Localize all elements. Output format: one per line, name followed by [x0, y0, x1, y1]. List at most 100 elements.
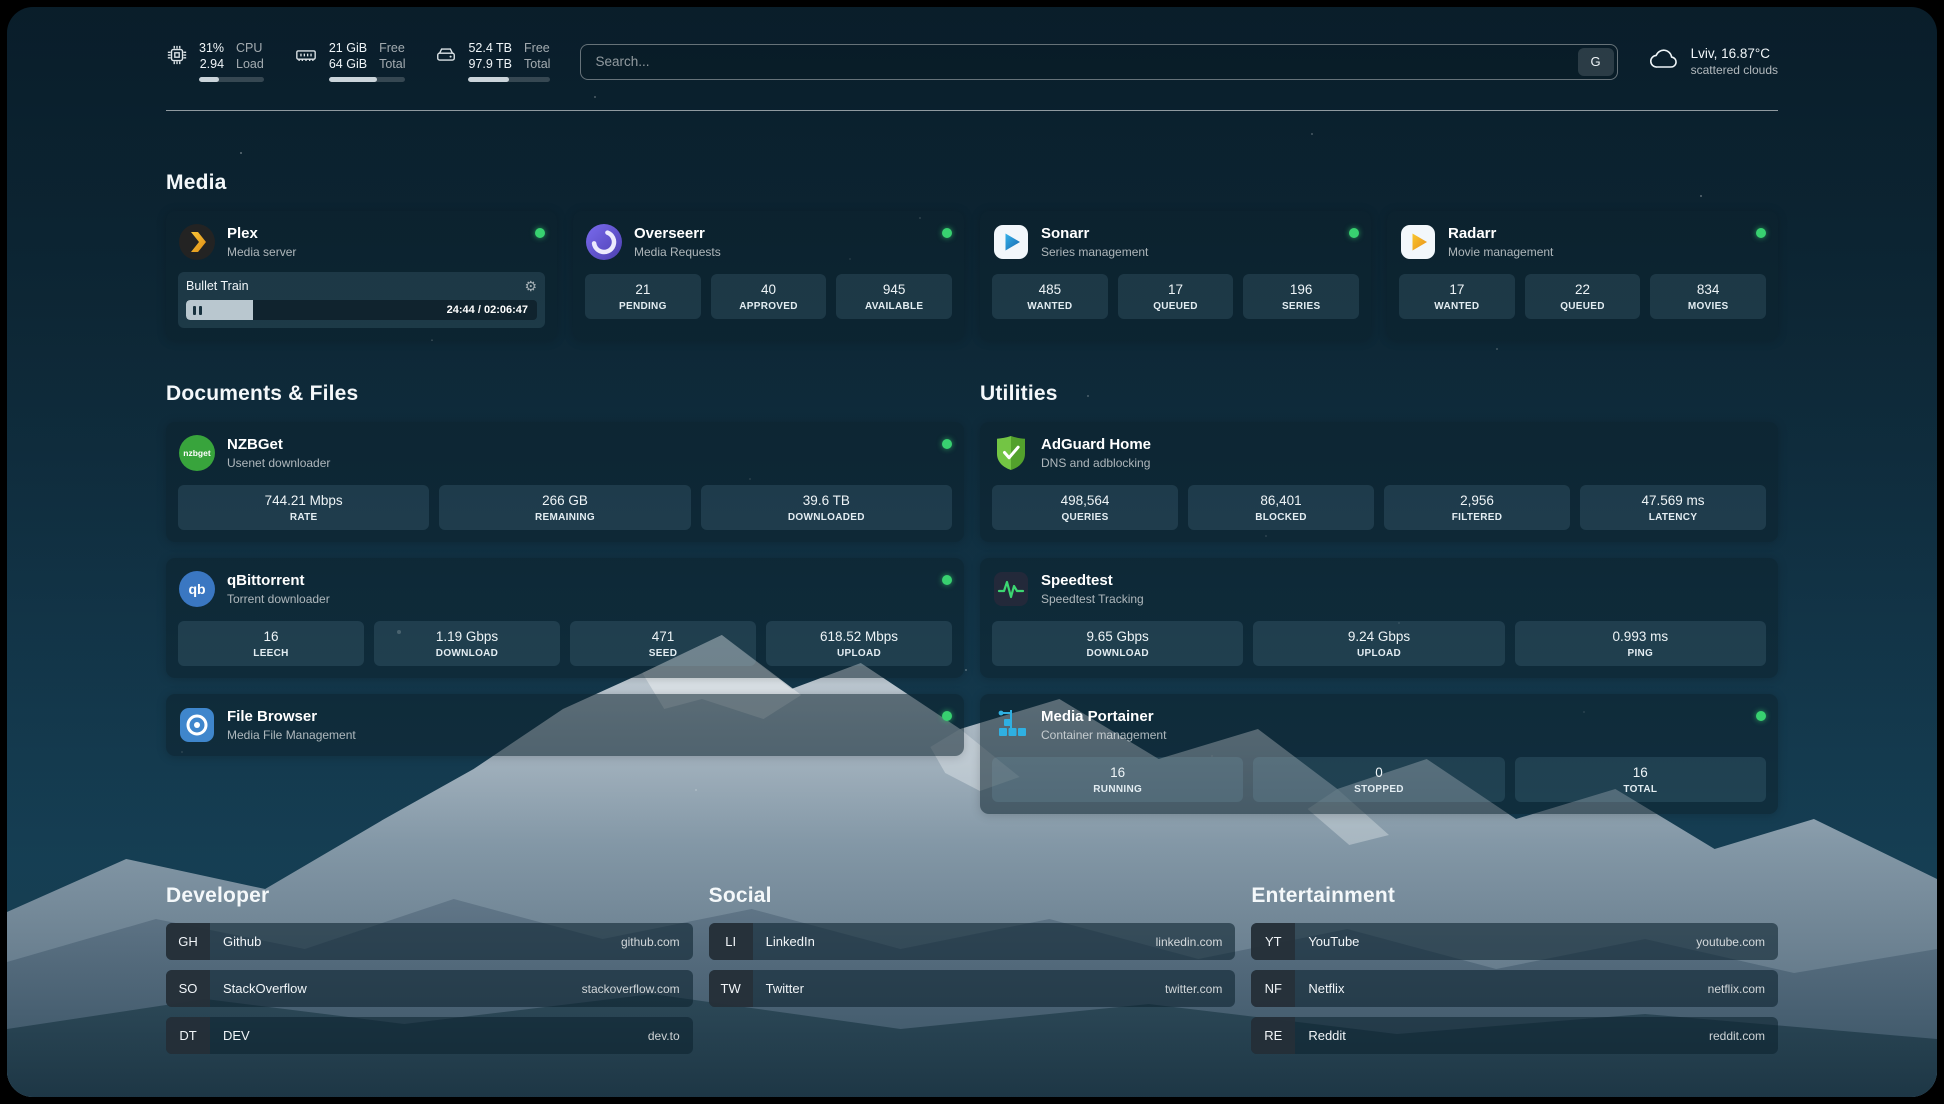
stat-stopped: 0 STOPPED [1253, 757, 1504, 802]
gear-icon[interactable]: ⚙ [524, 279, 537, 293]
plex-card[interactable]: Plex Media server Bullet Train ⚙ [166, 211, 557, 340]
stat-leech: 16 LEECH [178, 621, 364, 666]
portainer-card[interactable]: Media Portainer Container management 16 … [980, 694, 1778, 814]
weather-location: Lviv, 16.87°C [1691, 46, 1778, 61]
status-dot [942, 711, 952, 721]
service-desc: DNS and adblocking [1041, 456, 1151, 470]
documents-column: Documents & Files nzbget [166, 382, 964, 756]
bookmark-dev[interactable]: DT DEV dev.to [166, 1017, 693, 1054]
social-bookmarks: Social LI LinkedIn linkedin.com TW Twitt… [709, 884, 1236, 1007]
bookmark-abbr: SO [166, 970, 210, 1007]
bookmark-netflix[interactable]: NF Netflix netflix.com [1251, 970, 1778, 1007]
disk-icon [435, 44, 457, 82]
bookmark-abbr: DT [166, 1017, 210, 1054]
top-bar: 31% 2.94 CPU Load [166, 41, 1778, 82]
bookmark-youtube[interactable]: YT YouTube youtube.com [1251, 923, 1778, 960]
media-section-heading: Media [166, 171, 1778, 195]
cpu-icon [166, 44, 188, 82]
cpu-usage-bar [199, 77, 264, 82]
portainer-icon [992, 706, 1030, 744]
sonarr-card[interactable]: Sonarr Series management 485 WANTED 17 Q… [980, 211, 1371, 340]
bookmark-url: github.com [621, 935, 693, 949]
adguard-icon [992, 434, 1030, 472]
stat-wanted: 485 WANTED [992, 274, 1108, 319]
service-name: NZBGet [227, 436, 330, 453]
bookmark-stackoverflow[interactable]: SO StackOverflow stackoverflow.com [166, 970, 693, 1007]
search-input[interactable] [581, 45, 1574, 79]
service-name: File Browser [227, 708, 356, 725]
bookmark-abbr: YT [1251, 923, 1295, 960]
service-desc: Media Requests [634, 245, 721, 259]
stat-downloaded: 39.6 TB DOWNLOADED [701, 485, 952, 530]
bookmark-twitter[interactable]: TW Twitter twitter.com [709, 970, 1236, 1007]
search-bar: G [580, 44, 1617, 80]
stat-download: 1.19 Gbps DOWNLOAD [374, 621, 560, 666]
bookmark-label: DEV [210, 1028, 250, 1043]
dashboard-screen: 31% 2.94 CPU Load [7, 7, 1937, 1097]
bookmark-abbr: NF [1251, 970, 1295, 1007]
filebrowser-icon [178, 706, 216, 744]
service-name: qBittorrent [227, 572, 330, 589]
cpu-label: CPU [236, 41, 264, 57]
svg-text:nzbget: nzbget [183, 448, 211, 458]
service-name: Plex [227, 225, 296, 242]
bookmark-url: stackoverflow.com [582, 982, 693, 996]
service-name: Radarr [1448, 225, 1553, 242]
memory-widget: 21 GiB 64 GiB Free Total [294, 41, 406, 82]
playback-time: 24:44 / 02:06:47 [447, 304, 528, 316]
stat-series: 196 SERIES [1243, 274, 1359, 319]
bookmark-linkedin[interactable]: LI LinkedIn linkedin.com [709, 923, 1236, 960]
status-dot [942, 575, 952, 585]
bookmark-label: Twitter [753, 981, 804, 996]
stat-queries: 498,564 QUERIES [992, 485, 1178, 530]
bookmark-abbr: RE [1251, 1017, 1295, 1054]
disk-widget: 52.4 TB 97.9 TB Free Total [435, 41, 550, 82]
speedtest-card[interactable]: Speedtest Speedtest Tracking 9.65 Gbps D… [980, 558, 1778, 678]
service-desc: Usenet downloader [227, 456, 330, 470]
stat-ping: 0.993 ms PING [1515, 621, 1766, 666]
social-heading: Social [709, 884, 1236, 908]
service-desc: Speedtest Tracking [1041, 592, 1144, 606]
speedtest-icon [992, 570, 1030, 608]
stat-blocked: 86,401 BLOCKED [1188, 485, 1374, 530]
radarr-card[interactable]: Radarr Movie management 17 WANTED 22 QUE… [1387, 211, 1778, 340]
service-desc: Media File Management [227, 728, 356, 742]
stat-queued: 22 QUEUED [1525, 274, 1641, 319]
memory-free-value: 21 GiB [329, 41, 367, 57]
qbittorrent-card[interactable]: qb qBittorrent Torrent downloader [166, 558, 964, 678]
stat-rate: 744.21 Mbps RATE [178, 485, 429, 530]
disk-usage-bar [468, 77, 550, 82]
service-name: Media Portainer [1041, 708, 1166, 725]
adguard-card[interactable]: AdGuard Home DNS and adblocking 498,564 … [980, 422, 1778, 542]
pause-icon [193, 306, 196, 315]
svg-text:qb: qb [188, 581, 205, 597]
search-provider-button[interactable]: G [1578, 48, 1614, 76]
plex-icon [178, 223, 216, 261]
nzbget-icon: nzbget [178, 434, 216, 472]
overseerr-card[interactable]: Overseerr Media Requests 21 PENDING 40 A… [573, 211, 964, 340]
bookmark-label: Netflix [1295, 981, 1344, 996]
filebrowser-card[interactable]: File Browser Media File Management [166, 694, 964, 756]
stat-approved: 40 APPROVED [711, 274, 827, 319]
bookmark-github[interactable]: GH Github github.com [166, 923, 693, 960]
bookmark-abbr: TW [709, 970, 753, 1007]
stat-pending: 21 PENDING [585, 274, 701, 319]
stat-total: 16 TOTAL [1515, 757, 1766, 802]
service-name: AdGuard Home [1041, 436, 1151, 453]
radarr-icon [1399, 223, 1437, 261]
bookmark-url: reddit.com [1709, 1029, 1778, 1043]
bookmark-label: Reddit [1295, 1028, 1346, 1043]
status-dot [1349, 228, 1359, 238]
stat-movies: 834 MOVIES [1650, 274, 1766, 319]
bookmark-reddit[interactable]: RE Reddit reddit.com [1251, 1017, 1778, 1054]
qbittorrent-icon: qb [178, 570, 216, 608]
stat-running: 16 RUNNING [992, 757, 1243, 802]
header-divider [166, 110, 1778, 111]
service-name: Overseerr [634, 225, 721, 242]
cloud-icon [1648, 46, 1680, 77]
nzbget-card[interactable]: nzbget NZBGet Usenet downloader 74 [166, 422, 964, 542]
status-dot [942, 439, 952, 449]
bookmark-label: LinkedIn [753, 934, 815, 949]
weather-widget: Lviv, 16.87°C scattered clouds [1648, 46, 1778, 77]
entertainment-bookmarks: Entertainment YT YouTube youtube.com NF … [1251, 884, 1778, 1054]
